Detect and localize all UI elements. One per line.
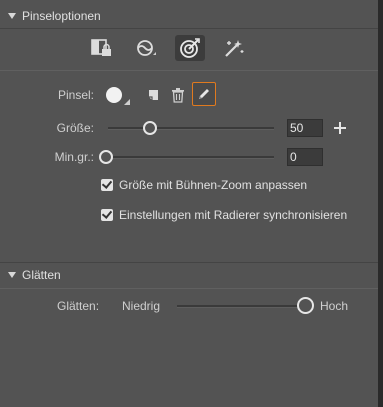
- add-size-preset-icon[interactable]: [333, 121, 347, 135]
- min-size-slider-thumb[interactable]: [99, 150, 113, 164]
- pressure-button[interactable]: [131, 35, 161, 61]
- smoothing-high-label: Hoch: [320, 299, 349, 313]
- brush-shape-selector[interactable]: [106, 87, 122, 103]
- brush-toolbar: [87, 35, 249, 61]
- sync-eraser-checkbox[interactable]: [101, 209, 113, 221]
- collapse-triangle-icon[interactable]: [8, 272, 16, 278]
- smoothing-label: Glätten:: [57, 299, 100, 313]
- collapse-triangle-icon[interactable]: [8, 13, 16, 19]
- size-label: Größe:: [56, 121, 94, 135]
- zoom-size-label: Größe mit Bühnen-Zoom anpassen: [119, 178, 308, 192]
- brush-options-header[interactable]: Pinseloptionen: [0, 5, 378, 27]
- smoothing-slider-thumb[interactable]: [296, 297, 314, 314]
- sync-eraser-option[interactable]: Einstellungen mit Radierer synchronisier…: [101, 207, 347, 223]
- lock-layer-button[interactable]: [87, 35, 117, 61]
- min-size-input[interactable]: 0: [287, 148, 323, 166]
- new-brush-button[interactable]: [144, 86, 162, 104]
- trash-icon: [172, 88, 184, 103]
- header-divider: [0, 28, 378, 29]
- pressure-icon: [134, 38, 158, 58]
- size-slider-thumb[interactable]: [142, 121, 157, 135]
- smoothing-low-label: Niedrig: [122, 299, 161, 313]
- edit-brush-button[interactable]: [192, 82, 216, 106]
- panel-edge: [378, 0, 383, 407]
- brush-options-title: Pinseloptionen: [22, 9, 101, 23]
- smoothing-slider-track[interactable]: [177, 305, 305, 308]
- magic-wand-button[interactable]: [219, 35, 249, 61]
- zoom-size-option[interactable]: Größe mit Bühnen-Zoom anpassen: [101, 177, 307, 193]
- brush-panel: Pinseloptionen Pinsel: Größe: 50 Min.gr.…: [0, 0, 379, 407]
- target-brush-icon: [178, 37, 202, 59]
- magic-wand-icon: [223, 37, 245, 59]
- toolbar-divider: [0, 70, 378, 71]
- min-size-label: Min.gr.:: [54, 150, 94, 164]
- delete-brush-button[interactable]: [169, 86, 187, 104]
- smoothing-header[interactable]: Glätten: [0, 264, 378, 286]
- smoothing-top-divider: [0, 262, 378, 263]
- lock-layer-icon: [91, 38, 113, 58]
- sync-eraser-label: Einstellungen mit Radierer synchronisier…: [119, 208, 348, 222]
- brush-label: Pinsel:: [57, 88, 94, 102]
- zoom-size-checkbox[interactable]: [101, 179, 113, 191]
- target-brush-button[interactable]: [175, 35, 205, 61]
- brush-dropdown-icon[interactable]: [124, 99, 130, 105]
- size-slider-track[interactable]: [108, 127, 274, 130]
- new-brush-icon: [149, 90, 158, 100]
- smoothing-divider: [0, 288, 378, 289]
- pencil-icon: [199, 89, 209, 99]
- min-size-slider-track[interactable]: [106, 156, 274, 159]
- brush-row: Pinsel:: [0, 82, 378, 108]
- smoothing-title: Glätten: [22, 268, 61, 282]
- size-input[interactable]: 50: [287, 119, 323, 137]
